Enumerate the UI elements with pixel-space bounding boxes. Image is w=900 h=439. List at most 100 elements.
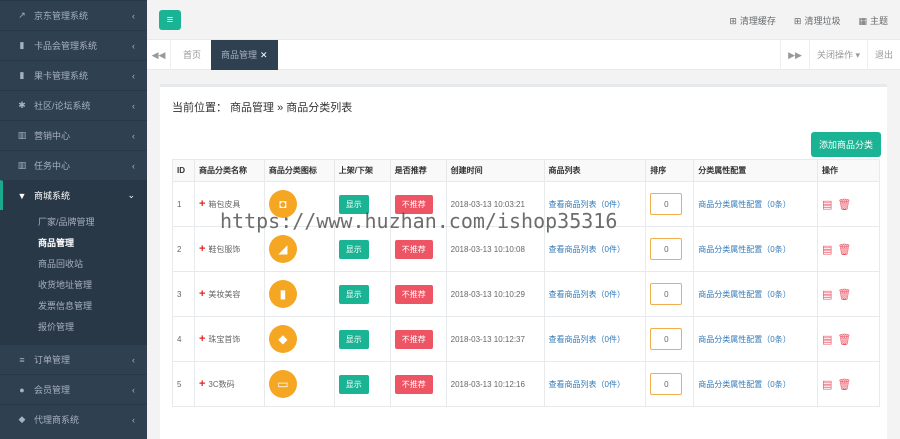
view-products-link[interactable]: 查看商品列表（0件） (549, 290, 625, 299)
edit-icon[interactable]: ▤ (822, 379, 832, 391)
category-name: 鞋包服饰 (208, 245, 241, 254)
expand-plus-icon[interactable]: + (199, 288, 205, 300)
sidebar-item-items_top1[interactable]: ▮ 卡品会管理系统 ‹ (0, 30, 147, 60)
category-image-icon: ▮ (268, 280, 297, 308)
sidebar-item-items_top4[interactable]: ▥ 营销中心 ‹ (0, 120, 147, 150)
toggle-show-button[interactable]: 显示 (338, 194, 369, 214)
edit-icon[interactable]: ▤ (822, 244, 832, 256)
tabs-scroll-right-icon[interactable]: ▶▶ (780, 40, 809, 70)
toggle-show-button[interactable]: 显示 (338, 284, 369, 304)
edit-icon[interactable]: ▤ (822, 334, 832, 346)
users-icon: ✱ (18, 100, 26, 110)
sidebar-submenu: 厂家/品牌管理 商品管理 商品回收站 收货地址管理 发票信息管理 报价管理 (0, 210, 147, 344)
edit-icon[interactable]: ▤ (822, 199, 832, 211)
expand-plus-icon[interactable]: + (199, 198, 205, 210)
sidebar-item-items_top0[interactable]: ↗ 京东管理系统 ‹ (0, 0, 147, 30)
row-id: 4 (172, 316, 195, 362)
attr-config-link[interactable]: 商品分类属性配置（0条） (698, 200, 790, 209)
sidebar-subitem[interactable]: 商品回收站 (0, 254, 147, 275)
category-icon-cell: ◢ (263, 226, 335, 272)
close-operations-dropdown[interactable]: 关闭操作 ▾ (808, 40, 867, 70)
view-products-link[interactable]: 查看商品列表（0件） (549, 380, 625, 389)
sidebar-item-label: 果卡管理系统 (34, 71, 89, 81)
logout-button[interactable]: 退出 (866, 40, 900, 70)
sidebar-item-items_bottom1[interactable]: ● 会员管理 ‹ (0, 374, 147, 404)
delete-icon[interactable]: 🗑 (837, 289, 851, 301)
breadcrumb: 当前位置： 商品管理 » 商品分类列表 (172, 102, 353, 114)
sort-input[interactable] (650, 193, 683, 215)
category-name-cell: + 珠宝首饰 (193, 316, 265, 362)
clear-cache-link[interactable]: ⊞ 清理缓存 (729, 14, 776, 27)
category-name: 珠宝首饰 (208, 335, 241, 344)
sort-input[interactable] (650, 328, 683, 350)
product-list-cell: 查看商品列表（0件） (543, 361, 647, 407)
edit-icon[interactable]: ▤ (822, 289, 832, 301)
delete-icon[interactable]: 🗑 (837, 244, 851, 256)
attr-config-link[interactable]: 商品分类属性配置（0条） (698, 245, 790, 254)
category-table: ID 商品分类名称 商品分类图标 上架/下架 是否推荐 创建时间 商品列表 排序 分类属性配置操… (172, 159, 880, 407)
toggle-recommend-button[interactable]: 不推荐 (394, 284, 433, 304)
sidebar: ↗ 京东管理系统 ‹ ▮ 卡品会管理系统 ‹ ▮ 果卡管理系统 ‹ ✱ 社区/论坛系统 ‹ ▥ 营销中心 ‹… (0, 0, 147, 439)
chevron-left-icon: ‹ (132, 10, 135, 21)
sidebar-subitem[interactable]: 厂家/品牌管理 (0, 212, 147, 233)
tab-home[interactable]: 首页 (173, 40, 213, 70)
status-cell: 显示 (333, 226, 391, 272)
attr-config-link[interactable]: 商品分类属性配置（0条） (698, 380, 790, 389)
sidebar-subitem[interactable]: 报价管理 (0, 317, 147, 338)
toggle-show-button[interactable]: 显示 (338, 239, 369, 259)
sort-input[interactable] (650, 283, 683, 305)
view-products-link[interactable]: 查看商品列表（0件） (549, 245, 625, 254)
recommend-cell: 不推荐 (389, 181, 447, 227)
sidebar-item-mall[interactable]: ▼ 商城系统 ⌄ (0, 180, 147, 210)
product-list-cell: 查看商品列表（0件） (543, 226, 647, 272)
theme-link[interactable]: ▦ 主题 (858, 14, 888, 27)
category-name-cell: + 美妆美容 (193, 271, 265, 317)
view-products-link[interactable]: 查看商品列表（0件） (549, 200, 625, 209)
cart-icon: ⊞ (729, 16, 737, 26)
category-image-icon: ◆ (268, 325, 297, 353)
table-row: 1 + 箱包皮具 ◘ 显示 不推荐 2018-03-13 10:03:21 查看商品列表（0件… (172, 181, 880, 227)
attr-config-cell: 商品分类属性配置（0条） (693, 226, 819, 272)
delete-icon[interactable]: 🗑 (837, 379, 851, 391)
sidebar-subitem[interactable]: 商品管理 (0, 233, 147, 254)
delete-icon[interactable]: 🗑 (837, 334, 851, 346)
add-category-button[interactable]: 添加商品分类 (810, 132, 881, 157)
toggle-recommend-button[interactable]: 不推荐 (394, 194, 433, 214)
attr-config-link[interactable]: 商品分类属性配置（0条） (698, 290, 790, 299)
tabs-scroll-left-icon[interactable]: ◀◀ (147, 40, 171, 70)
delete-icon[interactable]: 🗑 (837, 199, 851, 211)
table-row: 3 + 美妆美容 ▮ 显示 不推荐 2018-03-13 10:10:29 查看商品列表（0件… (172, 271, 880, 317)
sidebar-subitem[interactable]: 收货地址管理 (0, 275, 147, 296)
sidebar-item-items_top2[interactable]: ▮ 果卡管理系统 ‹ (0, 60, 147, 90)
product-list-cell: 查看商品列表（0件） (543, 271, 647, 317)
toggle-recommend-button[interactable]: 不推荐 (394, 239, 433, 259)
toggle-recommend-button[interactable]: 不推荐 (394, 374, 433, 394)
chart-icon: ↗ (18, 10, 26, 20)
sidebar-item-items_top5[interactable]: ▥ 任务中心 ‹ (0, 150, 147, 180)
attr-config-link[interactable]: 商品分类属性配置（0条） (698, 335, 790, 344)
expand-plus-icon[interactable]: + (199, 378, 205, 390)
actions-cell: ▤ 🗑 (817, 361, 880, 407)
chevron-left-icon: ‹ (132, 414, 135, 425)
product-list-cell: 查看商品列表（0件） (543, 181, 647, 227)
sidebar-item-items_top3[interactable]: ✱ 社区/论坛系统 ‹ (0, 90, 147, 120)
sidebar-item-label: 订单管理 (34, 355, 71, 365)
clear-trash-link[interactable]: ⊞ 清理垃圾 (794, 14, 841, 27)
sort-input[interactable] (650, 373, 683, 395)
toggle-recommend-button[interactable]: 不推荐 (394, 329, 433, 349)
expand-plus-icon[interactable]: + (199, 243, 205, 255)
sidebar-item-items_bottom2[interactable]: ◆ 代理商系统 ‹ (0, 404, 147, 434)
sidebar-item-label: 任务中心 (34, 161, 71, 171)
view-products-link[interactable]: 查看商品列表（0件） (549, 335, 625, 344)
sidebar-item-items_bottom0[interactable]: ≡ 订单管理 ‹ (0, 344, 147, 374)
toggle-show-button[interactable]: 显示 (338, 374, 369, 394)
menu-toggle-button[interactable]: ≡ (159, 10, 181, 30)
toggle-show-button[interactable]: 显示 (338, 329, 369, 349)
sidebar-item-label: 社区/论坛系统 (34, 101, 91, 111)
close-icon[interactable]: ✕ (260, 50, 268, 60)
sort-input[interactable] (650, 238, 683, 260)
chevron-left-icon: ‹ (132, 40, 135, 51)
sidebar-subitem[interactable]: 发票信息管理 (0, 296, 147, 317)
tab-product-management[interactable]: 商品管理 ✕ (211, 40, 278, 70)
expand-plus-icon[interactable]: + (199, 333, 205, 345)
